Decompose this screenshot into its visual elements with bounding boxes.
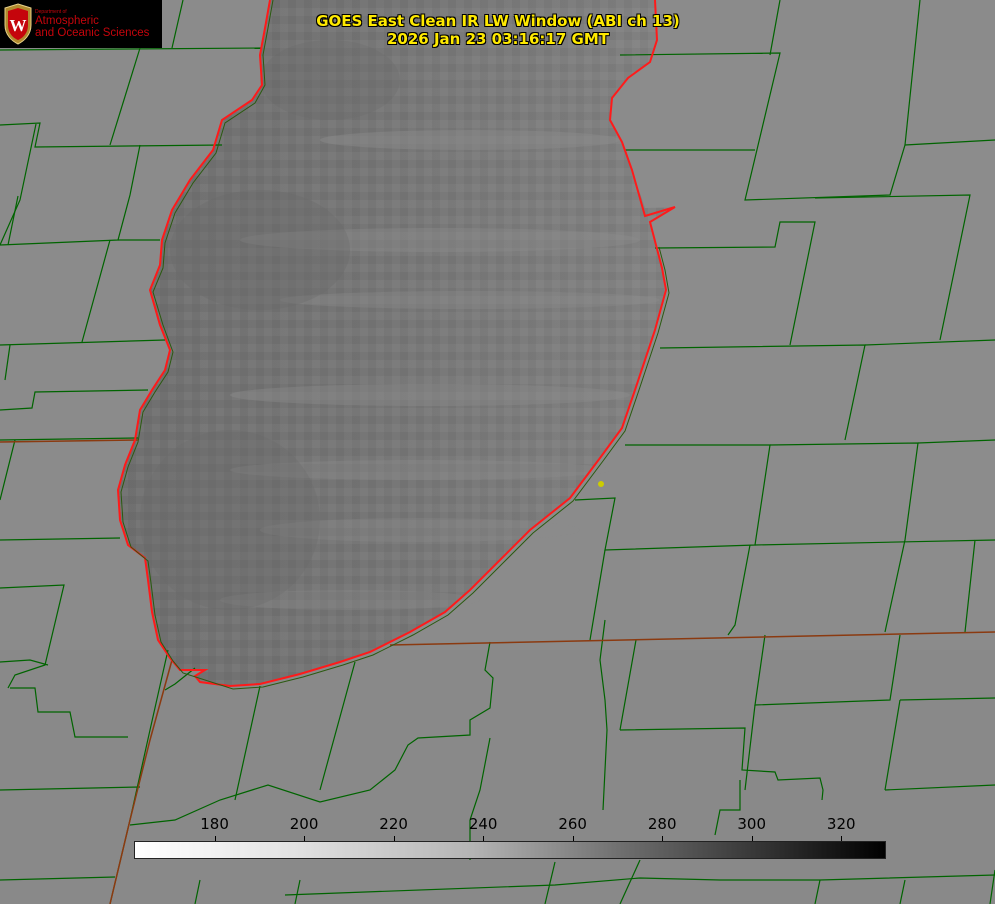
colorbar-tick-label: 280 [647, 815, 677, 833]
colorbar-tick-label: 260 [558, 815, 587, 833]
title-timestamp: 2026 Jan 23 03:16:17 GMT [387, 30, 609, 48]
colorbar-tick-label: 300 [737, 815, 767, 833]
uw-crest-icon: W [4, 3, 32, 45]
colorbar-tick-labels: 180 200 220 240 260 280 300 320 [0, 812, 995, 841]
colorbar [134, 841, 886, 859]
location-marker [598, 481, 604, 487]
satellite-image [0, 0, 995, 904]
colorbar-tick-label: 320 [826, 815, 856, 833]
aos-logo: W Department of Atmospheric and Oceanic … [0, 0, 162, 48]
colorbar-tick-label: 180 [200, 815, 229, 833]
colorbar-tick-label: 200 [289, 815, 319, 833]
logo-line-oceanic: and Oceanic Sciences [35, 27, 150, 39]
colorbar-tick-label: 220 [379, 815, 408, 833]
logo-line-atmospheric: Atmospheric [35, 15, 99, 27]
colorbar-tick-label: 240 [468, 815, 498, 833]
satellite-map-view: W Department of Atmospheric and Oceanic … [0, 0, 995, 904]
svg-text:W: W [10, 16, 27, 35]
image-title: GOES East Clean IR LW Window (ABI ch 13)… [300, 12, 696, 48]
title-product: GOES East Clean IR LW Window (ABI ch 13) [316, 12, 680, 30]
